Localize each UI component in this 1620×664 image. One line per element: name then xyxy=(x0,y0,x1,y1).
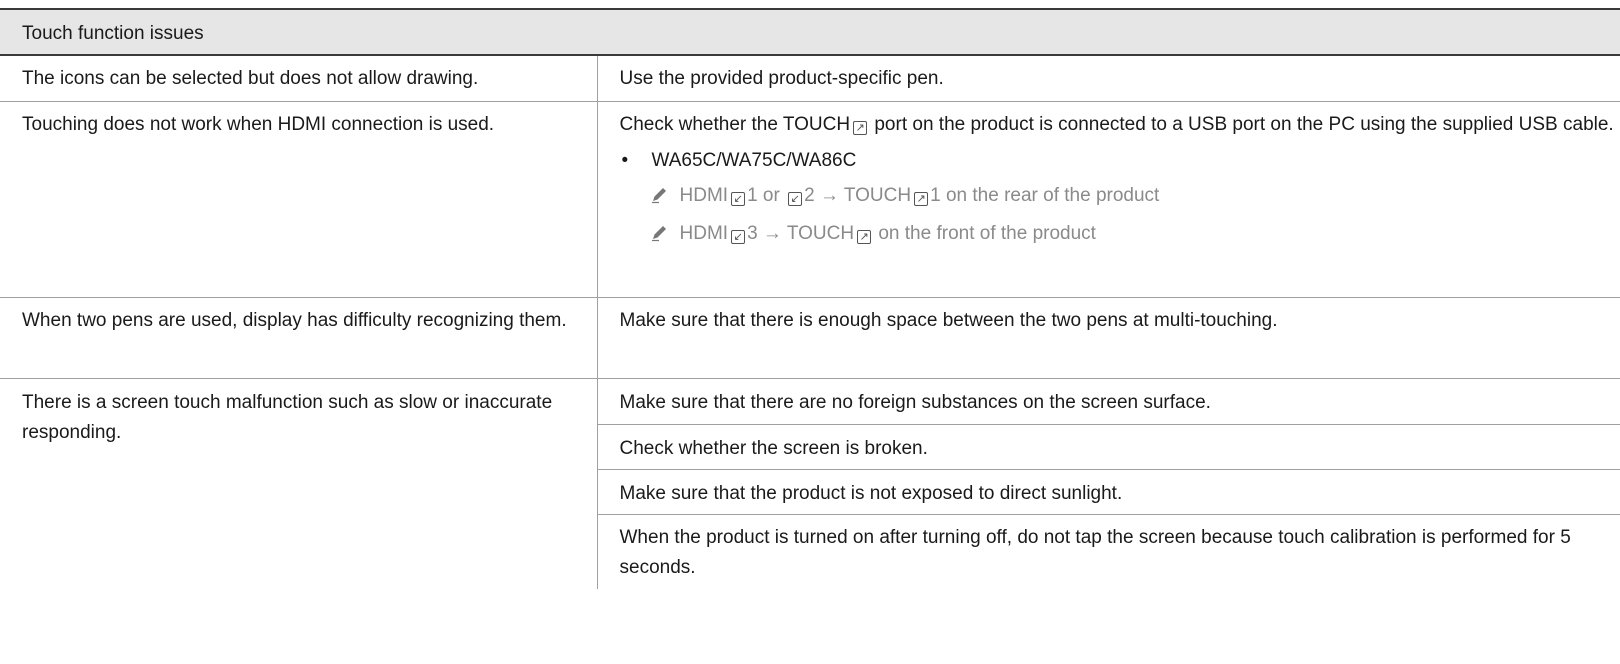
table-header-row: Touch function issues xyxy=(0,8,1620,56)
problem-cell: Touching does not work when HDMI connect… xyxy=(0,101,597,298)
model-bullet: • WA65C/WA75C/WA86C xyxy=(620,146,1620,176)
table-row: There is a screen touch malfunction such… xyxy=(0,378,1620,443)
note-line: HDMI ↙ 1 or ↙ 2 → TOUCH ↗ 1 on the rear of th… xyxy=(620,181,1620,214)
port-input-icon: ↙ xyxy=(731,229,746,244)
solution-cell: When the product is turned on after turn… xyxy=(596,514,1620,589)
table-row: When two pens are used, display has diff… xyxy=(0,297,1620,379)
solution-cell: Make sure that there is enough space bet… xyxy=(596,297,1620,379)
pencil-note-icon xyxy=(650,222,680,252)
port-output-icon: ↗ xyxy=(914,191,929,206)
solution-cell: Check whether the TOUCH ↗ port on the pro… xyxy=(596,101,1620,298)
port-output-icon: ↗ xyxy=(853,120,868,135)
problem-cell: There is a screen touch malfunction such… xyxy=(22,391,553,443)
solution-cell: Make sure that the product is not expose… xyxy=(596,469,1620,515)
bullet-icon: • xyxy=(621,149,629,171)
touch-port-label: TOUCH xyxy=(782,113,851,135)
port-input-icon: ↙ xyxy=(788,191,803,206)
note-line: HDMI ↙ 3 → TOUCH ↗ on the front of the prod… xyxy=(620,219,1620,252)
solution-intro: Check whether the TOUCH ↗ port on the pro… xyxy=(619,113,1614,135)
table-header-title: Touch function issues xyxy=(0,8,1620,56)
problem-cell: When two pens are used, display has diff… xyxy=(0,297,597,379)
solution-cell: Use the provided product-specific pen. xyxy=(596,55,1620,102)
problem-cell: The icons can be selected but does not a… xyxy=(0,55,597,102)
solution-cell: Make sure that there are no foreign subs… xyxy=(596,378,1620,425)
table-row: Touching does not work when HDMI connect… xyxy=(0,101,1620,298)
troubleshooting-table: Touch function issues The icons can be s… xyxy=(0,8,1620,589)
port-input-icon: ↙ xyxy=(731,191,746,206)
page: Touch function issues The icons can be s… xyxy=(0,0,1620,664)
table-row: The icons can be selected but does not a… xyxy=(0,55,1620,102)
port-output-icon: ↗ xyxy=(857,229,872,244)
solution-cell: Check whether the screen is broken. xyxy=(596,424,1620,470)
pencil-note-icon xyxy=(650,184,680,214)
